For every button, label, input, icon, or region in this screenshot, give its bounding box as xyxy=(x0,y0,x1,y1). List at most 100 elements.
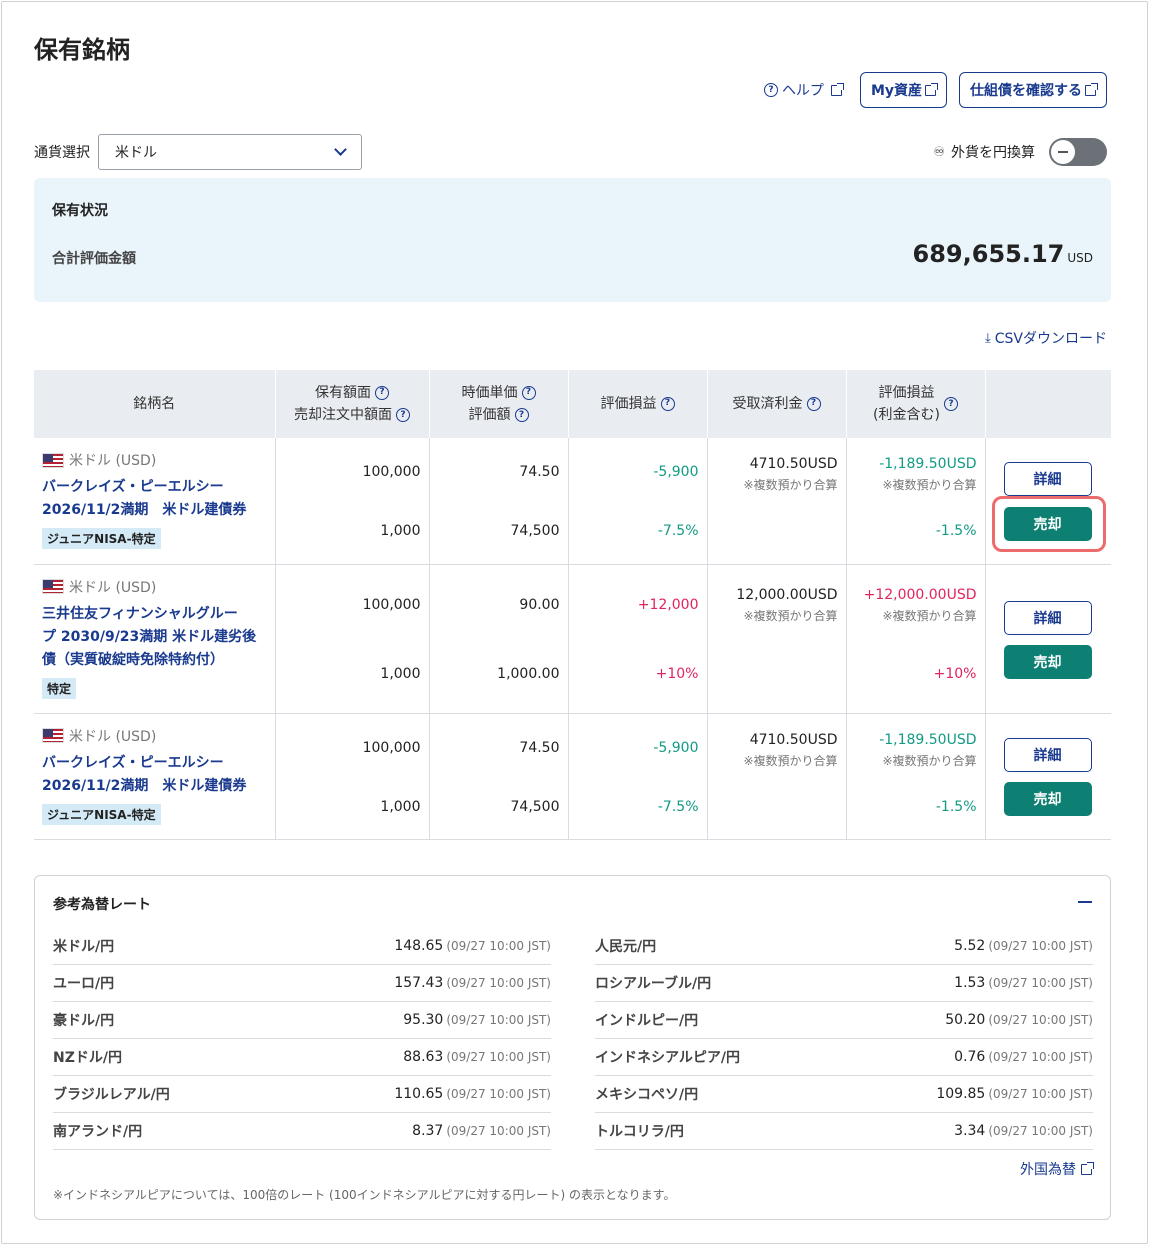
help-icon[interactable]: ? xyxy=(514,408,529,422)
gain-incl-note: ※複数預かり合算 xyxy=(882,753,977,768)
rate-row: 南アランド/円 8.37 (09/27 10:00 JST) xyxy=(53,1113,551,1150)
currency-line: 米ドル (USD) xyxy=(42,450,267,470)
rate-row: メキシコペソ/円 109.85 (09/27 10:00 JST) xyxy=(595,1076,1093,1113)
received-cell: 12,000.00USD ※複数預かり合算 xyxy=(707,564,847,714)
gain-incl-pct: -1.5% xyxy=(935,523,977,539)
gain-incl-note: ※複数預かり合算 xyxy=(882,608,977,623)
price-cell: 74.50 74,500 xyxy=(429,713,569,840)
header-name: 銘柄名 xyxy=(34,370,276,438)
check-bonds-button[interactable]: 仕組債を確認する xyxy=(959,72,1107,108)
help-icon[interactable]: ? xyxy=(396,408,410,422)
table-row: 米ドル (USD) 三井住友フィナンシャルグルー プ 2030/9/23満期 米… xyxy=(34,564,1111,714)
valuation-value: 74,500 xyxy=(510,798,560,815)
rate-row: NZドル/円 88.63 (09/27 10:00 JST) xyxy=(53,1039,551,1076)
external-link-icon xyxy=(1081,1161,1094,1175)
total-value: 689,655.17 USD xyxy=(913,240,1093,268)
help-link[interactable]: ? ヘルプ xyxy=(763,80,844,100)
gain-value: +12,000 xyxy=(637,596,699,613)
rate-row: インドネシアルピア/円 0.76 (09/27 10:00 JST) xyxy=(595,1039,1093,1076)
rate-row: ロシアルーブル/円 1.53 (09/27 10:00 JST) xyxy=(595,965,1093,1002)
account-tag: ジュニアNISA-特定 xyxy=(42,803,161,825)
help-icon[interactable]: ? xyxy=(375,385,389,400)
collapse-icon[interactable] xyxy=(1078,901,1092,903)
actions-cell: 詳細 売却 xyxy=(985,713,1111,840)
total-value-number: 689,655.17 xyxy=(912,240,1065,268)
gain-pct-value: -7.5% xyxy=(657,523,699,539)
rate-row: 米ドル/円 148.65 (09/27 10:00 JST) xyxy=(53,928,551,965)
csv-download-label: CSVダウンロード xyxy=(994,331,1107,347)
sell-button[interactable]: 売却 xyxy=(1003,644,1092,679)
csv-download-link[interactable]: ⤓ CSVダウンロード xyxy=(985,328,1107,348)
yen-convert-toggle[interactable] xyxy=(1049,138,1107,166)
gain-incl-note: ※複数預かり合算 xyxy=(882,478,977,492)
bond-name-link[interactable]: バークレイズ・ピーエルシー 2026/11/2満期 米ドル建債券 xyxy=(42,752,267,798)
rate-row: ブラジルレアル/円 110.65 (09/27 10:00 JST) xyxy=(53,1076,551,1113)
download-icon: ⤓ xyxy=(985,330,991,346)
foreign-exchange-link[interactable]: 外国為替 xyxy=(1020,1159,1094,1179)
currency-select[interactable]: 米ドル xyxy=(98,134,362,170)
bond-name-link[interactable]: バークレイズ・ピーエルシー 2026/11/2満期 米ドル建債券 xyxy=(42,476,267,522)
gain-incl-cell: -1,189.50USD ※複数預かり合算 -1.5% xyxy=(846,713,986,840)
holding-value: 100,000 xyxy=(362,464,421,480)
my-assets-label: My資産 xyxy=(870,83,922,99)
received-cell: 4710.50USD ※複数預かり合算 xyxy=(707,713,847,840)
currency-selector-row: 通貨選択 米ドル xyxy=(34,134,362,170)
help-icon[interactable]: ? xyxy=(806,396,821,411)
gain-incl-value: +12,000.00USD xyxy=(863,586,977,603)
detail-button[interactable]: 詳細 xyxy=(1003,462,1092,496)
yen-convert-row: ♾ 外貨を円換算 xyxy=(933,138,1107,166)
help-icon: ? xyxy=(763,83,778,97)
fx-link-label: 外国為替 xyxy=(1020,1162,1076,1178)
help-icon[interactable]: ? xyxy=(521,385,536,400)
received-note: ※複数預かり合算 xyxy=(743,478,838,492)
sell-order-value: 1,000 xyxy=(380,665,421,682)
valuation-value: 74,500 xyxy=(510,523,560,539)
gain-value: -5,900 xyxy=(653,739,699,756)
valuation-value: 1,000.00 xyxy=(497,665,560,682)
account-tag: ジュニアNISA-特定 xyxy=(42,528,161,549)
unit-price-value: 90.00 xyxy=(519,596,560,613)
gain-incl-cell: -1,189.50USD ※複数預かり合算 -1.5% xyxy=(846,438,986,565)
price-cell: 90.00 1,000.00 xyxy=(429,564,569,714)
rates-right-column: 人民元/円 5.52 (09/27 10:00 JST) ロシアルーブル/円 1.53… xyxy=(595,928,1093,1150)
holding-summary: 保有状況 合計評価金額 689,655.17 USD xyxy=(34,178,1111,302)
currency-text: 米ドル (USD) xyxy=(69,453,157,469)
sell-button[interactable]: 売却 xyxy=(1003,781,1092,816)
gain-cell: -5,900 -7.5% xyxy=(568,438,708,565)
sell-order-value: 1,000 xyxy=(380,523,421,539)
external-link-icon xyxy=(925,82,938,96)
gain-pct-value: +10% xyxy=(655,665,699,682)
detail-button[interactable]: 詳細 xyxy=(1003,600,1092,635)
total-value-label: 合計評価金額 xyxy=(52,251,136,267)
gain-pct-value: -7.5% xyxy=(657,798,699,815)
unit-price-value: 74.50 xyxy=(519,464,560,480)
bond-name-link[interactable]: 三井住友フィナンシャルグルー プ 2030/9/23満期 米ドル建劣後 債（実質… xyxy=(42,603,267,672)
bond-name-cell: 米ドル (USD) バークレイズ・ピーエルシー 2026/11/2満期 米ドル建… xyxy=(34,438,276,565)
external-link-icon xyxy=(830,82,844,96)
detail-button[interactable]: 詳細 xyxy=(1003,737,1092,772)
my-assets-button[interactable]: My資産 xyxy=(859,72,947,108)
rates-note: ※インドネシアルピアについては、100倍のレート (100インドネシアルピアに対… xyxy=(53,1188,676,1202)
bond-name-cell: 米ドル (USD) 三井住友フィナンシャルグルー プ 2030/9/23満期 米… xyxy=(34,564,276,714)
price-cell: 74.50 74,500 xyxy=(429,438,569,565)
table-header-row: 銘柄名 保有額面? 売却注文中額面? 時価単価? 評価額? 評価損益? 受取済利… xyxy=(34,370,1111,438)
currency-text: 米ドル (USD) xyxy=(69,728,157,745)
header-price: 時価単価? 評価額? xyxy=(429,370,569,438)
rate-row: 豪ドル/円 95.30 (09/27 10:00 JST) xyxy=(53,1002,551,1039)
sell-button[interactable]: 売却 xyxy=(1003,507,1092,541)
holding-cell: 100,000 1,000 xyxy=(275,713,430,840)
holding-cell: 100,000 1,000 xyxy=(275,564,430,714)
currency-line: 米ドル (USD) xyxy=(42,577,267,597)
received-value: 4710.50USD xyxy=(749,456,838,472)
table-row: 米ドル (USD) バークレイズ・ピーエルシー 2026/11/2満期 米ドル建… xyxy=(34,438,1111,565)
us-flag-icon xyxy=(42,579,64,594)
coins-icon: ♾ xyxy=(933,144,945,160)
rate-row: ユーロ/円 157.43 (09/27 10:00 JST) xyxy=(53,965,551,1002)
us-flag-icon xyxy=(42,452,64,468)
toggle-knob xyxy=(1051,140,1075,164)
help-icon[interactable]: ? xyxy=(660,396,675,411)
bond-name-cell: 米ドル (USD) バークレイズ・ピーエルシー 2026/11/2満期 米ドル建… xyxy=(34,713,276,840)
header-holding: 保有額面? 売却注文中額面? xyxy=(275,370,430,438)
us-flag-icon xyxy=(42,728,64,743)
help-icon[interactable]: ? xyxy=(943,397,958,411)
